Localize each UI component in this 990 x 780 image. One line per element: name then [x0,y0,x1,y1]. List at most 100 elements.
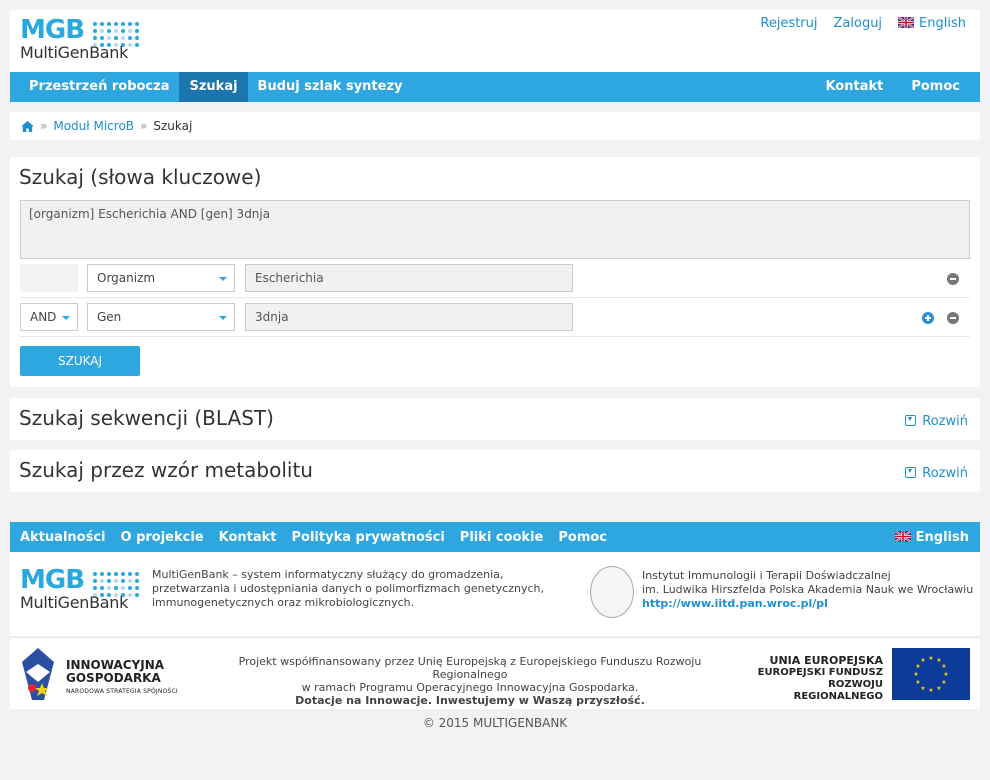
remove-row-icon[interactable] [947,273,959,285]
eu-fund-text: UNIA EUROPEJSKA EUROPEJSKI FUNDUSZ ROZWO… [745,655,883,703]
expand-icon [905,415,917,426]
innovative-economy-text: INNOWACYJNA GOSPODARKA NARODOWA STRATEGI… [66,659,178,698]
site-logo[interactable]: MGB MultiGenBank [20,15,145,66]
field-select[interactable]: Gen [87,303,235,331]
main-nav: Przestrzeń robocza Szukaj Buduj szlak sy… [10,72,980,102]
chevron-down-icon [62,316,70,320]
search-criterion-row: Organizm Escherichia [20,259,970,298]
footer-link-about[interactable]: O projekcie [121,530,204,545]
expand-icon [905,467,917,478]
blast-search-panel: Szukaj sekwencji (BLAST) Rozwiń [10,398,980,440]
top-links: Rejestruj Zaloguj English [760,16,966,31]
svg-text:★: ★ [941,663,946,670]
breadcrumb-current: Szukaj [153,119,193,133]
panel-title: Szukaj sekwencji (BLAST) [19,406,274,430]
chevron-down-icon [219,277,227,281]
breadcrumb-module[interactable]: Moduł MicroB [53,119,134,133]
metabolite-search-panel: Szukaj przez wzór metabolitu Rozwiń [10,450,980,492]
svg-text:★: ★ [915,663,920,670]
footer-link-contact[interactable]: Kontakt [219,530,277,545]
svg-text:★: ★ [928,687,933,694]
logo-name: MultiGenBank [20,43,129,62]
institute-info: Instytut Immunologii i Terapii Doświadcz… [642,569,973,611]
institute-name: Instytut Immunologii i Terapii Doświadcz… [642,569,891,582]
expand-label: Rozwiń [922,466,968,481]
logo-name: MultiGenBank [20,593,129,612]
footer-nav: Aktualności O projekcie Kontakt Polityka… [10,522,980,552]
operator-select[interactable]: AND [20,303,78,331]
svg-text:★: ★ [941,679,946,686]
footer-link-privacy[interactable]: Polityka prywatności [292,530,445,545]
svg-text:★: ★ [920,657,925,664]
register-link[interactable]: Rejestruj [760,16,817,31]
eu-line: ROZWOJU REGIONALNEGO [793,679,883,702]
logo-abbreviation: MGB [20,15,85,45]
operator-select-value: AND [30,310,57,324]
institute-subname: im. Ludwika Hirszfelda Polska Akademia N… [642,583,974,596]
institute-medal-logo [590,566,634,618]
operator-placeholder [20,264,78,292]
language-label: English [919,16,966,31]
breadcrumb-separator: » [140,119,148,133]
remove-row-icon[interactable] [947,312,959,324]
ig-line: GOSPODARKA [66,671,161,685]
breadcrumb-separator: » [40,119,48,133]
search-criterion-row: AND Gen 3dnja [20,298,970,337]
value-input[interactable]: 3dnja [245,303,573,331]
nav-item-help[interactable]: Pomoc [897,72,980,102]
home-icon[interactable] [21,120,34,132]
nav-item-contact[interactable]: Kontakt [811,72,897,102]
institute-link[interactable]: http://www.iitd.pan.wroc.pl/pl [642,597,973,611]
chevron-down-icon [219,316,227,320]
panel-title: Szukaj przez wzór metabolitu [19,458,313,482]
panel-title: Szukaj (słowa kluczowe) [19,165,262,189]
breadcrumb: » Moduł MicroB » Szukaj [10,112,980,140]
funding-line: w ramach Programu Operacyjnego Innowacyj… [301,681,639,694]
svg-text:★: ★ [943,671,948,678]
svg-text:★: ★ [928,655,933,662]
svg-text:★: ★ [915,679,920,686]
nav-item-workspace[interactable]: Przestrzeń robocza [10,72,179,102]
project-funding-note: Projekt współfinansowany przez Unię Euro… [200,655,740,707]
ig-tagline: NARODOWA STRATEGIA SPÓJNOŚCI [66,688,178,695]
eu-line: UNIA EUROPEJSKA [769,654,883,667]
language-switch[interactable]: English [898,16,966,31]
footer-logo: MGB MultiGenBank [20,565,145,616]
logo-abbreviation: MGB [20,565,85,595]
funding-slogan: Dotacje na Innowacje. Inwestujemy w Wasz… [295,694,645,707]
login-link[interactable]: Zaloguj [834,16,883,31]
eu-flag-icon: ★ ★★★ ★★★★ ★★★★ [892,648,970,700]
svg-text:★: ★ [920,685,925,692]
add-row-icon[interactable] [922,312,934,324]
innovative-economy-logo [22,648,54,700]
footer-info: MGB MultiGenBank MultiGenBank – system i… [10,552,980,636]
keyword-search-panel: Szukaj (słowa kluczowe) [organizm] Esche… [10,157,980,387]
svg-text:★: ★ [913,671,918,678]
nav-item-build-pathway[interactable]: Buduj szlak syntezy [248,72,413,102]
field-select[interactable]: Organizm [87,264,235,292]
footer-partners: INNOWACYJNA GOSPODARKA NARODOWA STRATEGI… [10,637,980,709]
query-textarea[interactable]: [organizm] Escherichia AND [gen] 3dnja [20,200,970,259]
footer-link-cookies[interactable]: Pliki cookie [460,530,544,545]
expand-toggle[interactable]: Rozwiń [905,414,968,429]
nav-right: Kontakt Pomoc [811,72,980,102]
language-label: English [915,529,969,545]
svg-text:★: ★ [936,685,941,692]
footer-link-help[interactable]: Pomoc [558,530,607,545]
site-header: MGB MultiGenBank Rejestruj Zaloguj Engli… [10,10,980,72]
nav-item-search[interactable]: Szukaj [179,72,248,102]
expand-toggle[interactable]: Rozwiń [905,466,968,481]
search-button[interactable]: SZUKAJ [20,346,140,376]
footer-link-news[interactable]: Aktualności [20,530,106,545]
uk-flag-icon [898,17,915,28]
funding-line: Projekt współfinansowany przez Unię Euro… [238,655,702,681]
copyright: © 2015 MULTIGENBANK [422,716,568,730]
expand-label: Rozwiń [922,414,968,429]
site-description: MultiGenBank – system informatyczny służ… [152,568,545,609]
eu-line: EUROPEJSKI FUNDUSZ [757,667,883,678]
uk-flag-icon [894,530,911,542]
field-select-value: Organizm [97,271,156,285]
value-input[interactable]: Escherichia [245,264,573,292]
field-select-value: Gen [97,310,122,324]
footer-language-switch[interactable]: English [894,529,969,545]
